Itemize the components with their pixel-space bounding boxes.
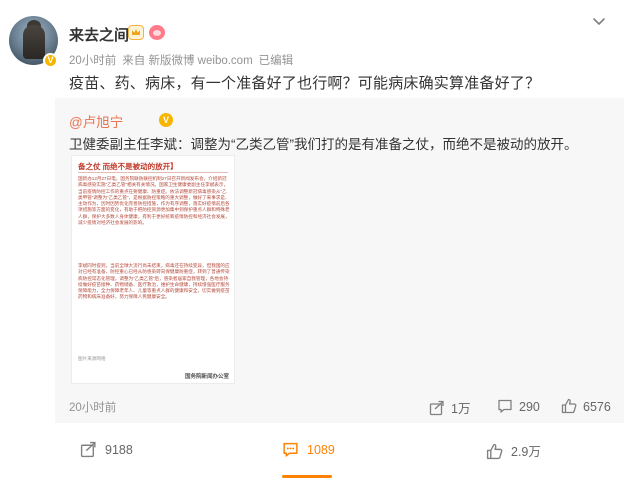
crown-icon[interactable]: [128, 25, 144, 40]
like-icon: [486, 443, 503, 460]
like-count: 2.9万: [511, 445, 541, 459]
username[interactable]: 来去之间: [69, 24, 129, 45]
article-image[interactable]: 备之仗 而绝不是被动的放开】 国新办12月27日电，国务院联防联控机制27日召开…: [71, 155, 235, 384]
like-icon: [561, 398, 577, 414]
article-divider: [78, 172, 228, 173]
comment-count: 1089: [307, 443, 335, 457]
share-icon: [80, 441, 96, 458]
comment-icon: [498, 399, 512, 413]
original-author: @卢旭宁: [69, 111, 123, 131]
original-comment-button[interactable]: 290: [497, 398, 540, 414]
original-verified-icon: V: [159, 113, 173, 127]
verified-badge-icon: V: [43, 53, 58, 68]
article-logo: 国务院新闻办公室: [184, 374, 229, 380]
comment-icon: [283, 442, 298, 457]
comment-button[interactable]: 1089: [282, 441, 335, 458]
chevron-down-icon[interactable]: [592, 15, 606, 29]
share-count: 9188: [105, 443, 133, 457]
post-source: 来自 新版微博 weibo.com: [122, 55, 253, 67]
post-meta: 20小时前 来自 新版微博 weibo.com 已编辑: [69, 52, 299, 68]
original-author-link[interactable]: @卢旭宁: [69, 115, 123, 130]
original-text: 卫健委副主任李斌：调整为“乙类乙管”我们打的是有准备之仗，而绝不是被动的放开。: [69, 137, 578, 152]
original-comment-count: 290: [519, 400, 540, 414]
bunny-icon[interactable]: [149, 25, 165, 40]
original-share-count: 1万: [451, 402, 471, 416]
article-paragraph: 李斌同时提到，当前全球大流行尚未结束，病毒还在持续变异，但我国的应对已经有准备，…: [78, 263, 230, 300]
like-button[interactable]: 2.9万: [486, 441, 541, 460]
article-title: 备之仗 而绝不是被动的放开】: [78, 162, 178, 171]
action-bar: 9188 1089 2.9万: [0, 423, 624, 479]
article-source: 图片来源网络: [78, 356, 106, 361]
avatar-figure-body: [23, 25, 45, 59]
weibo-post: V 来去之间 20小时前 来自 新版微博 weibo.com 已编辑 疫苗、药、病床…: [0, 0, 624, 479]
comment-active-indicator: [282, 475, 332, 478]
article-paragraph: 国新办12月27日电，国务院联防联控机制27日召开新闻发布会，介绍新冠病毒感染实…: [78, 176, 230, 226]
share-icon: [429, 400, 444, 416]
original-like-count: 6576: [583, 400, 611, 414]
original-time[interactable]: 20小时前: [69, 399, 116, 415]
share-button[interactable]: 9188: [80, 441, 133, 458]
original-share-button[interactable]: 1万: [429, 398, 470, 417]
repost-box: @卢旭宁 V 卫健委副主任李斌：调整为“乙类乙管”我们打的是有准备之仗，而绝不是…: [55, 98, 624, 423]
post-time[interactable]: 20小时前: [69, 55, 116, 67]
post-edited[interactable]: 已编辑: [259, 55, 294, 67]
post-text: 疫苗、药、病床，有一个准备好了也行啊？可能病床确实算准备好了？: [69, 75, 541, 92]
original-like-button[interactable]: 6576: [561, 398, 611, 414]
